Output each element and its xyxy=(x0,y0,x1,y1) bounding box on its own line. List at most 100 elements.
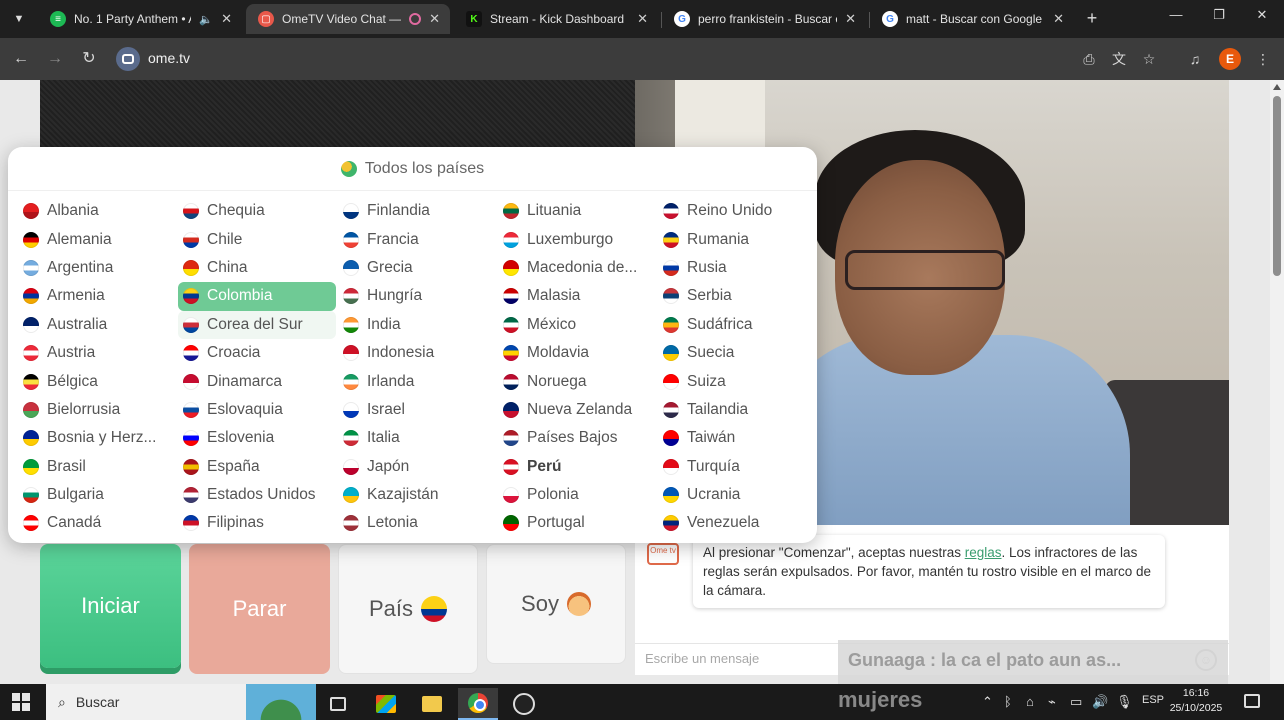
country-option[interactable]: Alemania xyxy=(18,225,176,253)
scroll-thumb[interactable] xyxy=(1273,96,1281,276)
country-option[interactable]: Serbia xyxy=(658,282,816,310)
country-option[interactable]: Grecia xyxy=(338,254,496,282)
country-option[interactable]: Rumania xyxy=(658,225,816,253)
new-tab-button[interactable]: + xyxy=(1082,8,1102,28)
country-option[interactable]: España xyxy=(178,453,336,481)
country-option[interactable]: Eslovaquia xyxy=(178,396,336,424)
country-option[interactable]: Países Bajos xyxy=(498,424,656,452)
country-option[interactable]: Francia xyxy=(338,225,496,253)
country-option[interactable]: Turquía xyxy=(658,453,816,481)
speaker-icon[interactable]: 🔈 xyxy=(199,13,213,26)
country-option[interactable]: Reino Unido xyxy=(658,197,816,225)
system-clock[interactable]: 16:16 25/10/2025 xyxy=(1166,686,1226,716)
country-option[interactable]: Chile xyxy=(178,225,336,253)
language-indicator[interactable]: ESP xyxy=(1142,694,1164,706)
close-icon[interactable]: ✕ xyxy=(637,11,648,27)
close-icon[interactable]: ✕ xyxy=(845,11,856,27)
country-option[interactable]: Luxemburgo xyxy=(498,225,656,253)
country-option[interactable]: Suecia xyxy=(658,339,816,367)
country-option[interactable]: Israel xyxy=(338,396,496,424)
country-option[interactable]: Taiwán xyxy=(658,424,816,452)
country-option[interactable]: Noruega xyxy=(498,367,656,395)
usb-icon[interactable]: ⌁ xyxy=(1048,694,1056,710)
country-option[interactable]: Albania xyxy=(18,197,176,225)
media-control-icon[interactable]: ♫ xyxy=(1184,48,1206,70)
country-option[interactable]: Nueva Zelanda xyxy=(498,396,656,424)
country-option[interactable]: Suiza xyxy=(658,367,816,395)
country-button[interactable]: País xyxy=(338,544,478,674)
country-option[interactable]: Polonia xyxy=(498,481,656,509)
windows-start-icon[interactable] xyxy=(12,693,30,711)
site-info-icon[interactable] xyxy=(116,47,140,71)
install-app-icon[interactable]: ⎙ xyxy=(1078,48,1100,70)
country-option[interactable]: Canadá xyxy=(18,509,176,537)
country-option[interactable]: Rusia xyxy=(658,254,816,282)
country-option[interactable]: China xyxy=(178,254,336,282)
country-option[interactable]: Sudáfrica xyxy=(658,311,816,339)
window-close-button[interactable]: ✕ xyxy=(1248,7,1276,23)
start-button[interactable]: Iniciar xyxy=(40,544,181,668)
chrome-icon[interactable] xyxy=(458,688,498,720)
country-option[interactable]: Estados Unidos xyxy=(178,481,336,509)
volume-icon[interactable]: 🔊 xyxy=(1092,694,1108,710)
country-option[interactable]: Filipinas xyxy=(178,509,336,537)
country-option[interactable]: Bulgaria xyxy=(18,481,176,509)
country-option[interactable]: Letonia xyxy=(338,509,496,537)
tab-google-search-2[interactable]: G matt - Buscar con Google ✕ xyxy=(870,4,1074,34)
country-option[interactable]: Bielorrusia xyxy=(18,396,176,424)
notifications-icon[interactable] xyxy=(1244,694,1260,708)
country-option[interactable]: Lituania xyxy=(498,197,656,225)
tab-kick[interactable]: K Stream - Kick Dashboard ✕ xyxy=(454,4,658,34)
country-option[interactable]: Colombia xyxy=(178,282,336,311)
country-option[interactable]: Japón xyxy=(338,453,496,481)
country-option[interactable]: Armenia xyxy=(18,282,176,310)
country-option[interactable]: Portugal xyxy=(498,509,656,537)
forward-button[interactable]: → xyxy=(44,48,66,70)
translate-icon[interactable]: 文 xyxy=(1108,48,1130,70)
country-option[interactable]: Australia xyxy=(18,311,176,339)
tray-expand-icon[interactable]: ⌃ xyxy=(982,694,993,710)
profile-avatar[interactable]: E xyxy=(1219,48,1241,70)
stop-button[interactable]: Parar xyxy=(189,544,330,674)
country-option[interactable]: Tailandia xyxy=(658,396,816,424)
scroll-up-arrow-icon[interactable] xyxy=(1273,84,1281,90)
country-option[interactable]: Irlanda xyxy=(338,367,496,395)
network-icon[interactable]: ▭ xyxy=(1070,694,1082,710)
country-option[interactable]: Argentina xyxy=(18,254,176,282)
country-option[interactable]: Ucrania xyxy=(658,481,816,509)
bookmark-star-icon[interactable]: ☆ xyxy=(1138,48,1160,70)
country-option[interactable]: Chequia xyxy=(178,197,336,225)
country-option[interactable]: Brasil xyxy=(18,453,176,481)
country-option[interactable]: Malasia xyxy=(498,282,656,310)
country-option[interactable]: Macedonia de... xyxy=(498,254,656,282)
country-option[interactable]: Bélgica xyxy=(18,367,176,395)
country-option[interactable]: Austria xyxy=(18,339,176,367)
page-scrollbar[interactable] xyxy=(1270,80,1284,684)
gender-button[interactable]: Soy xyxy=(486,544,626,664)
country-option[interactable]: Eslovenia xyxy=(178,424,336,452)
country-option[interactable]: India xyxy=(338,311,496,339)
country-option[interactable]: Finlandia xyxy=(338,197,496,225)
country-option[interactable]: Kazajistán xyxy=(338,481,496,509)
country-option[interactable]: Bosnia y Herz... xyxy=(18,424,176,452)
country-option[interactable]: Italia xyxy=(338,424,496,452)
close-icon[interactable]: ✕ xyxy=(1053,11,1064,27)
country-option[interactable]: Perú xyxy=(498,453,656,481)
address-bar[interactable]: ome.tv xyxy=(148,50,190,66)
tab-search-button[interactable]: ▼ xyxy=(8,8,30,30)
more-menu-icon[interactable]: ⋮ xyxy=(1252,48,1274,70)
tab-ometv[interactable]: ▢ OmeTV Video Chat — C ✕ xyxy=(246,4,450,34)
file-explorer-icon[interactable] xyxy=(412,688,452,720)
minimize-button[interactable]: — xyxy=(1162,7,1190,22)
country-option[interactable]: Indonesia xyxy=(338,339,496,367)
close-icon[interactable]: ✕ xyxy=(221,11,232,27)
task-view-icon[interactable] xyxy=(318,688,358,720)
country-option[interactable]: Corea del Sur xyxy=(178,310,336,339)
country-option[interactable]: Moldavia xyxy=(498,339,656,367)
reload-button[interactable]: ↻ xyxy=(78,48,100,70)
country-option[interactable]: Venezuela xyxy=(658,509,816,537)
device-icon[interactable]: ⌂ xyxy=(1026,694,1034,709)
country-option[interactable]: Dinamarca xyxy=(178,367,336,395)
back-button[interactable]: ← xyxy=(10,48,32,70)
country-option[interactable]: Hungría xyxy=(338,282,496,310)
